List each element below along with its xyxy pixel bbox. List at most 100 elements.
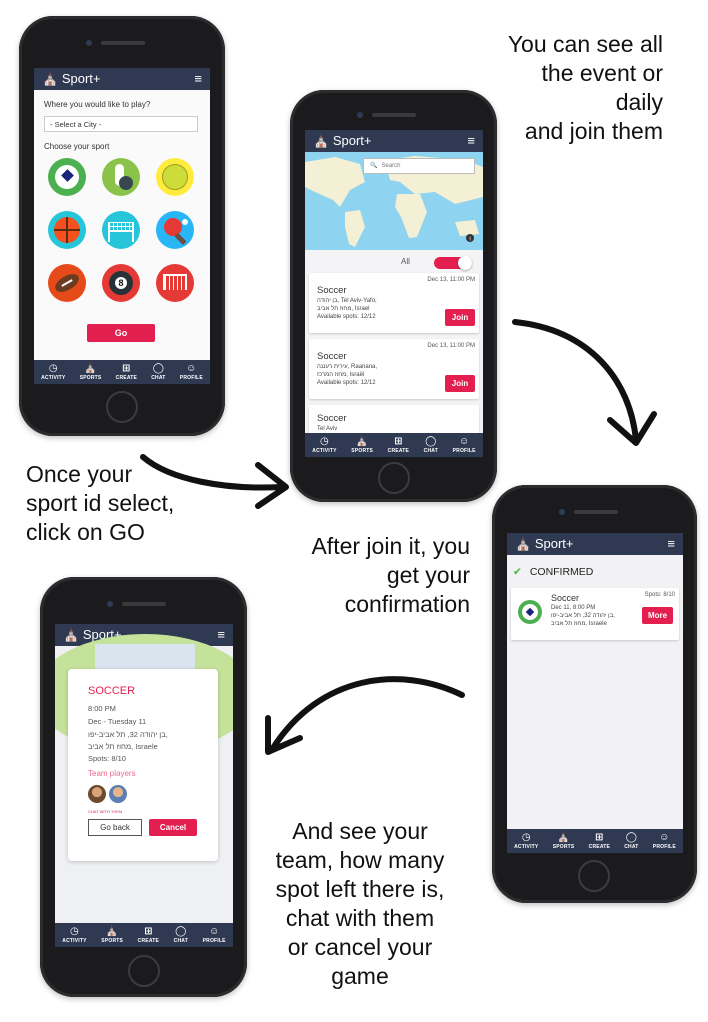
join-button-label: Join xyxy=(451,379,469,388)
basketball-icon[interactable] xyxy=(48,211,86,249)
cancel-button[interactable]: Cancel xyxy=(149,819,197,836)
chat-with-them-link[interactable]: CHAT WITH THEM xyxy=(88,809,122,814)
arrow-events-to-confirm xyxy=(512,319,639,443)
sports-icon: ⛪ xyxy=(557,832,570,843)
event-title: Soccer xyxy=(317,351,347,362)
tab-label: SPORTS xyxy=(79,375,102,381)
app-logo[interactable]: ⛪ Sport+ xyxy=(313,133,371,149)
go-button-label: Go xyxy=(114,328,128,338)
tab-create[interactable]: ⊞ CREATE xyxy=(138,926,159,944)
tennis-icon[interactable] xyxy=(156,158,194,196)
app-logo[interactable]: ⛪ Sport+ xyxy=(515,536,573,552)
city-select[interactable]: - Select a City - xyxy=(44,116,198,132)
screen-event-detail: ⛪ Sport+ ≡ SOCCER 8:00 PM Dec - Tuesday … xyxy=(55,624,233,947)
event-detail-card: SOCCER 8:00 PM Dec - Tuesday 11 בן יהודה… xyxy=(68,669,218,861)
tab-label: ACTIVITY xyxy=(41,375,66,381)
filter-toggle[interactable] xyxy=(434,256,472,270)
sports-icon: ⛪ xyxy=(84,363,97,374)
tab-create[interactable]: ⊞ CREATE xyxy=(116,363,137,381)
profile-icon: ☺ xyxy=(208,926,220,937)
toggle-knob xyxy=(458,256,472,270)
tab-activity[interactable]: ◷ ACTIVITY xyxy=(312,436,336,454)
home-button[interactable] xyxy=(106,391,138,423)
tab-label: CREATE xyxy=(387,448,410,454)
tab-create[interactable]: ⊞ CREATE xyxy=(589,832,610,850)
tab-sports[interactable]: ⛪ SPORTS xyxy=(351,436,373,454)
player-avatar[interactable] xyxy=(109,785,127,803)
tab-chat[interactable]: ◯ CHAT xyxy=(151,363,165,381)
tab-profile[interactable]: ☺ PROFILE xyxy=(453,436,476,454)
soccer-icon[interactable] xyxy=(48,158,86,196)
soccer-ball-icon xyxy=(518,600,542,624)
event-spots: Spots: 8/10 xyxy=(88,754,126,763)
event-title: Soccer xyxy=(317,285,347,296)
billiards-icon[interactable]: 8 xyxy=(102,264,140,302)
tab-chat[interactable]: ◯ CHAT xyxy=(174,926,188,944)
speaker-grille xyxy=(372,113,416,117)
tab-chat[interactable]: ◯ CHAT xyxy=(624,832,638,850)
event-address-line1: Tel Aviv xyxy=(317,426,338,432)
event-address-line1: בן יהודה 32, תל אביב-יפו, xyxy=(88,730,168,739)
event-card[interactable]: Dec 13, 11:00 PM Soccer עירית רעננה, Raa… xyxy=(309,339,479,399)
tab-chat[interactable]: ◯ CHAT xyxy=(424,436,438,454)
futsal-goal-icon[interactable] xyxy=(156,264,194,302)
tab-label: SPORTS xyxy=(101,938,124,944)
camera-icon xyxy=(357,112,363,118)
hamburger-icon[interactable]: ≡ xyxy=(667,536,675,551)
tab-sports[interactable]: ⛪ SPORTS xyxy=(553,832,575,850)
choose-sport-label: Choose your sport xyxy=(44,142,110,151)
join-button[interactable]: Join xyxy=(445,309,475,326)
profile-icon: ☺ xyxy=(659,832,670,843)
tab-activity[interactable]: ◷ ACTIVITY xyxy=(41,363,65,381)
event-spots: Available spots: 12/12 xyxy=(317,314,376,320)
confirmed-event-card[interactable]: Soccer Spots: 8/10 Dec 11, 8:00 PM בן יה… xyxy=(511,588,679,640)
home-button[interactable] xyxy=(378,462,410,494)
speaker-grille xyxy=(122,602,166,606)
tab-profile[interactable]: ☺ PROFILE xyxy=(180,363,203,381)
app-navbar: ⛪ Sport+ ≡ xyxy=(34,68,210,90)
checkmark-icon: ✔ xyxy=(513,566,522,578)
screen-events: ⛪ Sport+ ≡ i 🔍 Search All Dec 13, 11:00 P… xyxy=(305,130,483,457)
football-icon[interactable] xyxy=(48,264,86,302)
go-button[interactable]: Go xyxy=(87,324,155,342)
tab-sports[interactable]: ⛪ SPORTS xyxy=(80,363,102,381)
hamburger-icon[interactable]: ≡ xyxy=(194,71,202,86)
more-button[interactable]: More xyxy=(642,607,673,624)
app-navbar: ⛪ Sport+ ≡ xyxy=(305,130,483,152)
speaker-grille xyxy=(101,41,145,45)
plus-square-icon: ⊞ xyxy=(394,436,403,447)
bowling-icon[interactable] xyxy=(102,158,140,196)
app-logo[interactable]: ⛪ Sport+ xyxy=(42,71,100,87)
tab-label: ACTIVITY xyxy=(514,844,539,850)
tab-profile[interactable]: ☺ PROFILE xyxy=(203,926,226,944)
event-date: Dec 11, 8:00 PM xyxy=(551,605,596,611)
tab-activity[interactable]: ◷ ACTIVITY xyxy=(514,832,538,850)
camera-icon xyxy=(86,40,92,46)
event-card[interactable]: Dec 13, 11:00 PM Soccer בן יהודה, Tel Av… xyxy=(309,273,479,333)
home-button[interactable] xyxy=(578,860,610,892)
chat-icon: ◯ xyxy=(175,926,187,937)
phone-select-sport: ⛪ Sport+ ≡ Where you would like to play?… xyxy=(19,16,225,436)
tab-profile[interactable]: ☺ PROFILE xyxy=(653,832,676,850)
team-players-label: Team players xyxy=(88,769,136,778)
map-search-input[interactable]: 🔍 Search xyxy=(363,158,475,174)
activity-icon: ◷ xyxy=(70,926,79,937)
sport-grid: 8 xyxy=(48,158,194,302)
hamburger-icon[interactable]: ≡ xyxy=(467,133,475,148)
go-back-button[interactable]: Go back xyxy=(88,819,142,836)
tab-create[interactable]: ⊞ CREATE xyxy=(388,436,409,454)
tab-label: ACTIVITY xyxy=(62,938,87,944)
volleyball-net-icon[interactable] xyxy=(102,211,140,249)
city-select-value: - Select a City - xyxy=(50,120,102,129)
home-button[interactable] xyxy=(128,955,160,987)
ping-pong-icon[interactable] xyxy=(156,211,194,249)
tab-label: CREATE xyxy=(137,938,160,944)
hamburger-icon[interactable]: ≡ xyxy=(217,627,225,642)
event-spots: Spots: 8/10 xyxy=(644,592,675,598)
tab-activity[interactable]: ◷ ACTIVITY xyxy=(62,926,86,944)
event-spots: Available spots: 12/12 xyxy=(317,380,376,386)
player-avatar[interactable] xyxy=(88,785,106,803)
app-name: Sport+ xyxy=(534,536,574,551)
join-button[interactable]: Join xyxy=(445,375,475,392)
tab-sports[interactable]: ⛪ SPORTS xyxy=(101,926,123,944)
